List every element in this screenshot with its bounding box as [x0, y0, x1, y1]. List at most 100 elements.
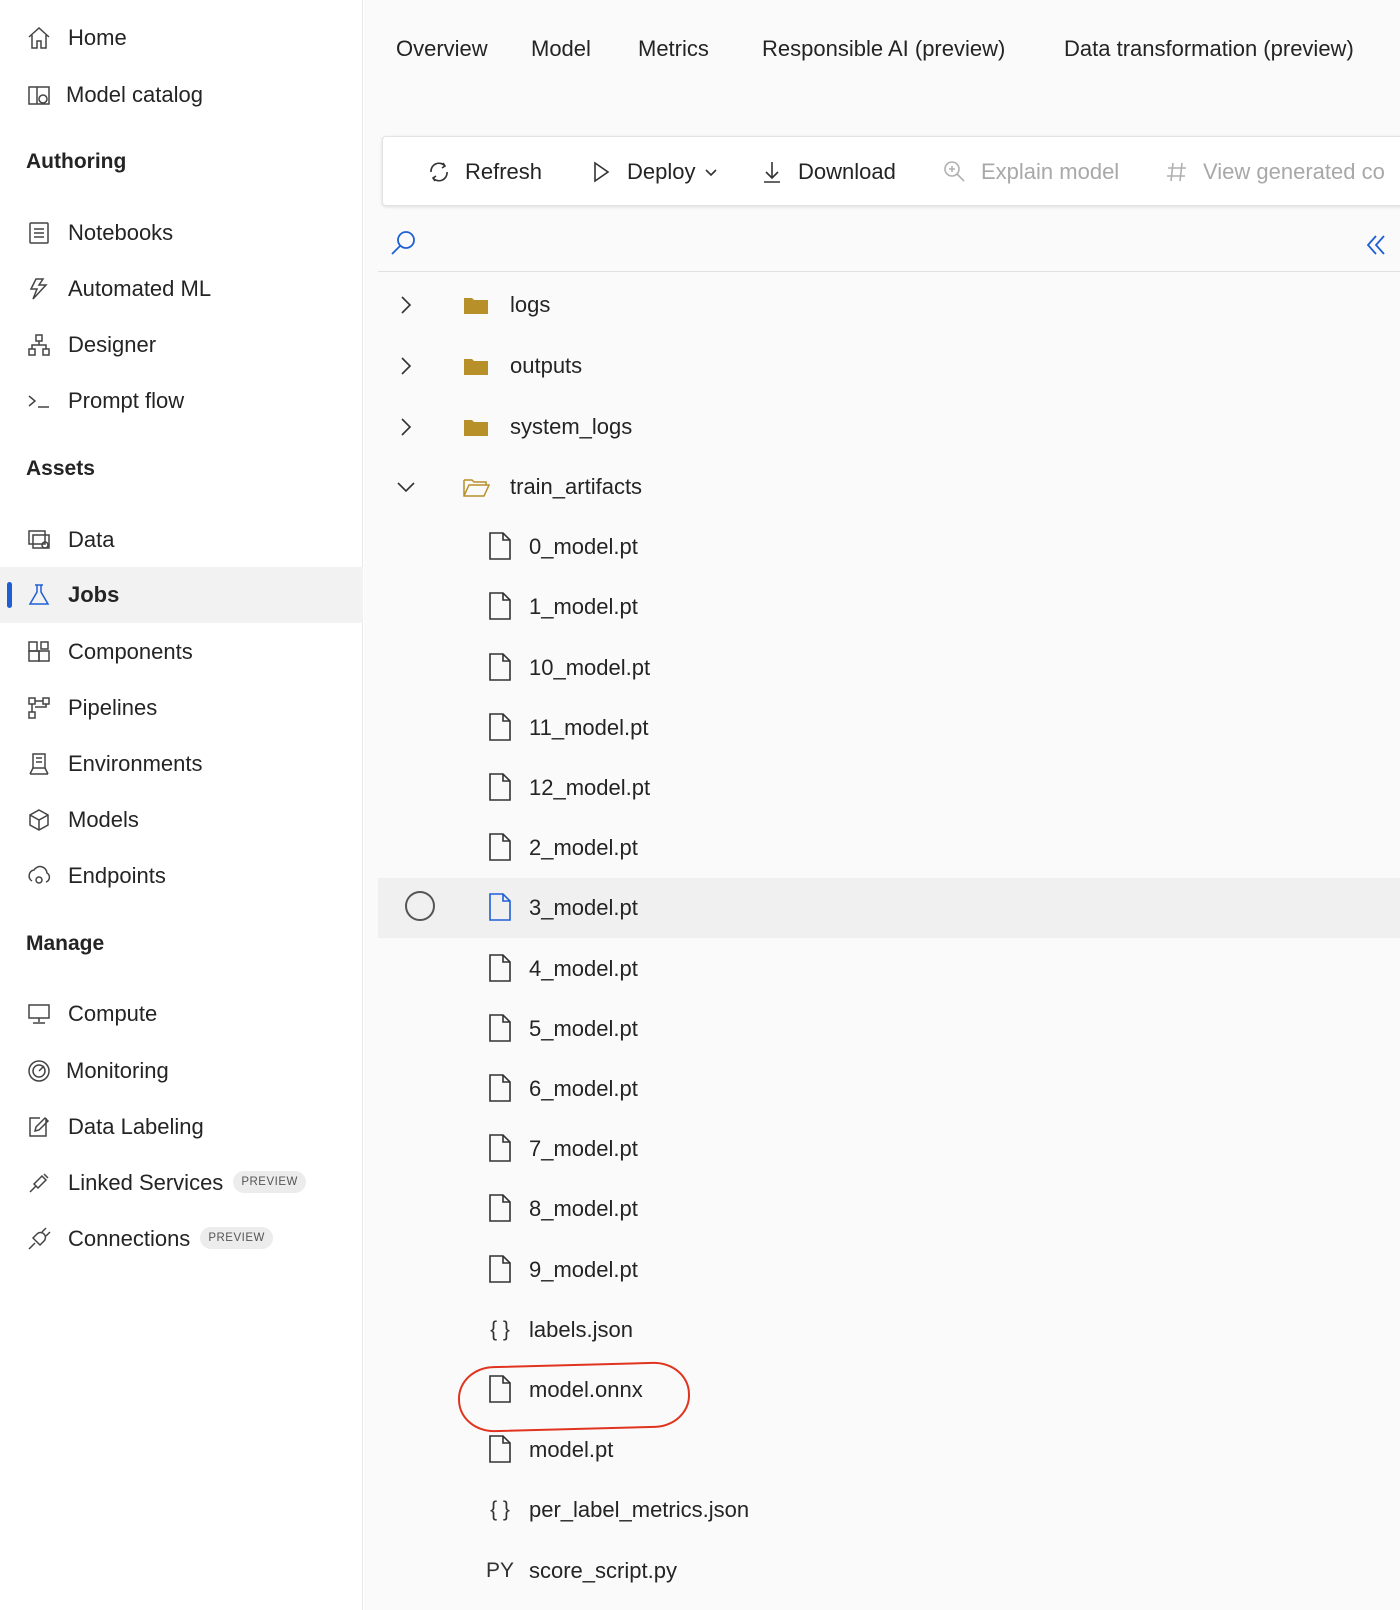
chevron-down-icon[interactable] [392, 473, 420, 501]
environments-icon [26, 751, 52, 777]
tab-data-transformation[interactable]: Data transformation (preview) [1064, 36, 1354, 62]
file-row[interactable]: 6_model.pt [378, 1059, 1400, 1119]
file-icon [485, 1133, 515, 1165]
file-row[interactable]: 8_model.pt [378, 1179, 1400, 1239]
main-content: Overview Model Metrics Responsible AI (p… [364, 0, 1400, 1610]
nav-label: Data [68, 527, 115, 552]
nav-item-notebooks[interactable]: Notebooks [0, 205, 363, 261]
nav-label: Endpoints [68, 863, 166, 888]
folder-row[interactable]: outputs [378, 336, 1400, 396]
nav-label: Connections PREVIEW [68, 1226, 273, 1252]
chevron-right-icon[interactable] [392, 291, 420, 319]
refresh-label: Refresh [465, 159, 543, 184]
nav-item-data-labeling[interactable]: Data Labeling [0, 1099, 363, 1155]
folder-row[interactable]: system_logs [378, 397, 1400, 457]
explain-model-button[interactable]: Explain model [941, 137, 1119, 207]
automl-icon [26, 276, 52, 302]
nav-label: Monitoring [66, 1058, 169, 1083]
file-search-row [378, 220, 1400, 272]
file-row[interactable]: model.onnx [378, 1360, 1400, 1420]
file-name: 5_model.pt [529, 1015, 638, 1041]
file-icon [485, 953, 515, 985]
preview-badge: PREVIEW [200, 1227, 273, 1250]
nav-item-endpoints[interactable]: Endpoints [0, 848, 363, 904]
nav-item-prompt-flow[interactable]: Prompt flow [0, 373, 363, 429]
nav-item-environments[interactable]: Environments [0, 736, 363, 792]
folder-row[interactable]: train_artifacts [378, 457, 1400, 517]
file-row[interactable]: 7_model.pt [378, 1119, 1400, 1179]
folder-icon [462, 413, 490, 441]
nav-item-compute[interactable]: Compute [0, 986, 363, 1042]
data-icon [26, 527, 52, 553]
nav-label: Automated ML [68, 276, 212, 301]
file-row[interactable]: 11_model.pt [378, 698, 1400, 758]
download-label: Download [798, 159, 896, 184]
nav-item-components[interactable]: Components [0, 624, 363, 680]
tab-model[interactable]: Model [531, 36, 591, 62]
file-row[interactable]: 3_model.pt [378, 878, 1400, 939]
zoom-in-icon [944, 161, 965, 182]
file-row[interactable]: model.pt [378, 1420, 1400, 1480]
download-button[interactable]: Download [758, 137, 896, 207]
nav-item-home[interactable]: Home [0, 10, 363, 66]
select-radio[interactable] [405, 891, 435, 922]
nav-item-automated-ml[interactable]: Automated ML [0, 261, 363, 317]
nav-label: Jobs [68, 582, 120, 607]
file-row[interactable]: { } labels.json [378, 1300, 1400, 1360]
cube-icon [26, 807, 52, 833]
file-icon [485, 591, 515, 623]
prompt-flow-icon [26, 388, 52, 414]
file-row[interactable]: 10_model.pt [378, 638, 1400, 698]
search-icon[interactable] [388, 228, 418, 258]
folder-name: outputs [510, 352, 583, 378]
file-row[interactable]: 9_model.pt [378, 1240, 1400, 1300]
nav-item-model-catalog[interactable]: Model catalog [0, 67, 363, 123]
file-row[interactable]: 2_model.pt [378, 818, 1400, 878]
play-icon [594, 161, 610, 183]
chevron-right-icon[interactable] [392, 413, 420, 441]
designer-icon [26, 332, 52, 358]
file-row[interactable]: 12_model.pt [378, 758, 1400, 818]
file-name: 2_model.pt [529, 835, 638, 861]
file-row[interactable]: 5_model.pt [378, 999, 1400, 1059]
file-name: model.onnx [529, 1377, 643, 1402]
nav-item-models[interactable]: Models [0, 792, 363, 848]
flask-icon [26, 582, 52, 608]
file-name: labels.json [529, 1316, 633, 1342]
components-icon [26, 639, 52, 665]
file-row[interactable]: 0_model.pt [378, 517, 1400, 577]
explain-model-label: Explain model [981, 159, 1120, 184]
nav-item-connections[interactable]: Connections PREVIEW [0, 1211, 363, 1267]
file-row[interactable]: 4_model.pt [378, 939, 1400, 999]
tab-metrics[interactable]: Metrics [638, 36, 709, 62]
gauge-icon [26, 1058, 52, 1084]
nav-item-designer[interactable]: Designer [0, 317, 363, 373]
nav-item-jobs[interactable]: Jobs [0, 567, 363, 623]
section-title-manage: Manage [26, 932, 105, 955]
refresh-button[interactable]: Refresh [425, 137, 542, 207]
nav-item-monitoring[interactable]: Monitoring [0, 1043, 363, 1099]
view-generated-code-button[interactable]: View generated co [1163, 137, 1385, 207]
nav-item-linked-services[interactable]: Linked Services PREVIEW [0, 1155, 363, 1211]
tab-responsible-ai[interactable]: Responsible AI (preview) [762, 36, 1005, 62]
notebook-icon [26, 220, 52, 246]
file-icon [485, 1193, 515, 1225]
file-name: 8_model.pt [529, 1196, 638, 1222]
tab-overview[interactable]: Overview [396, 36, 488, 62]
nav-item-pipelines[interactable]: Pipelines [0, 680, 363, 736]
chevron-right-icon[interactable] [392, 352, 420, 380]
section-title-assets: Assets [26, 457, 95, 480]
compute-icon [26, 1001, 52, 1027]
preview-badge: PREVIEW [233, 1171, 306, 1194]
nav-label: Environments [68, 751, 203, 776]
file-row[interactable]: 1_model.pt [378, 577, 1400, 637]
collapse-panel-icon[interactable] [1361, 230, 1391, 260]
file-row[interactable]: PY score_script.py [378, 1541, 1400, 1601]
file-row[interactable]: { } per_label_metrics.json [378, 1480, 1400, 1540]
file-name: model.pt [529, 1437, 614, 1463]
deploy-button[interactable]: Deploy [587, 137, 719, 207]
nav-item-data[interactable]: Data [0, 512, 363, 568]
folder-row[interactable]: logs [378, 275, 1400, 335]
chevron-down-icon [705, 169, 718, 177]
folder-name: train_artifacts [510, 474, 643, 500]
